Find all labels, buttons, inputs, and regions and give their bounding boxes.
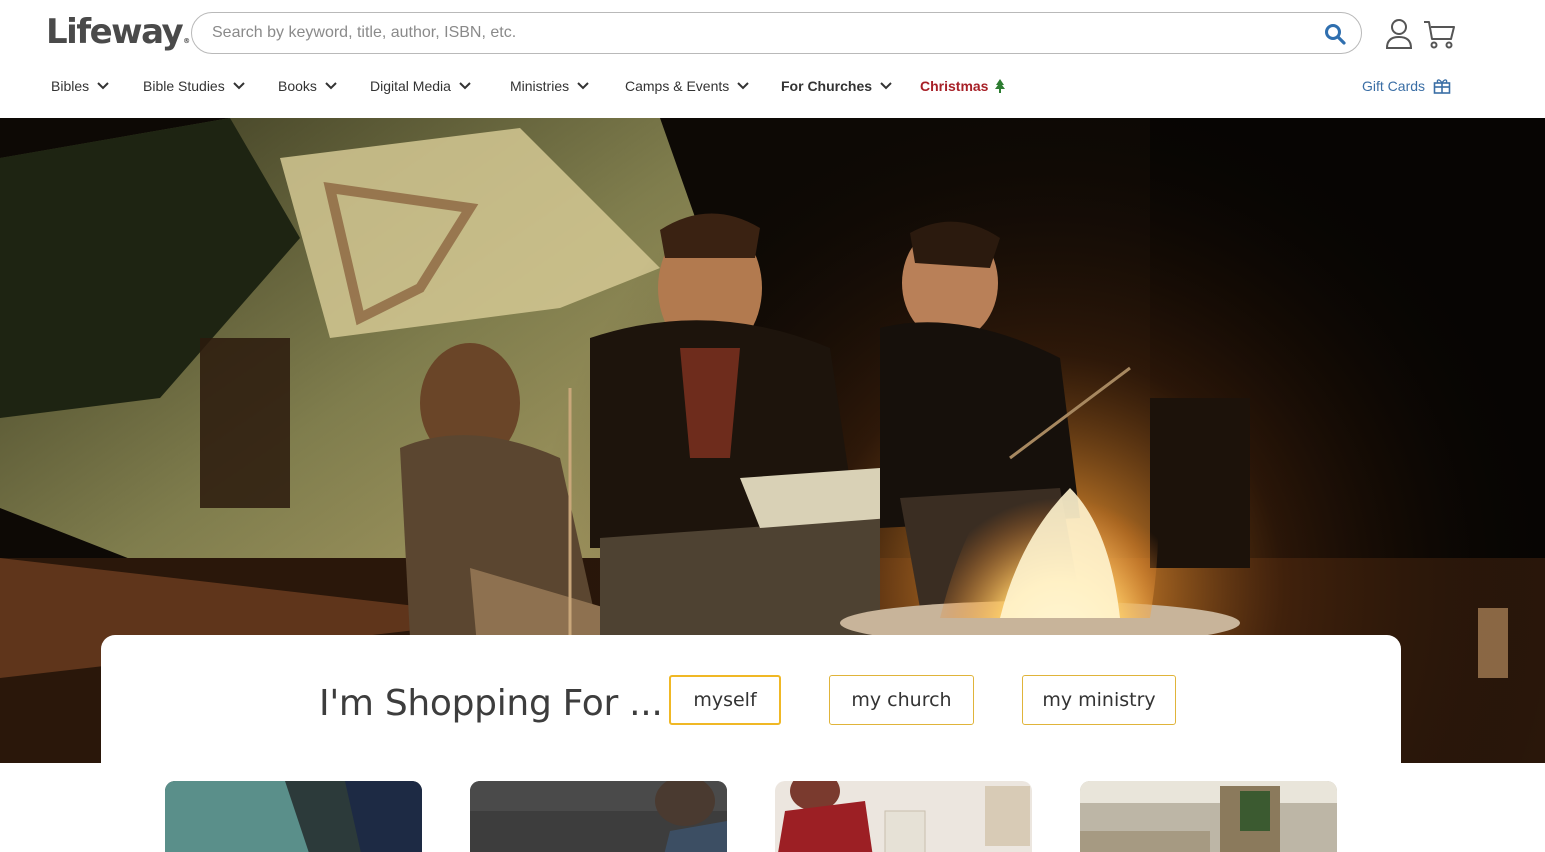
- nav-item-bible-studies[interactable]: Bible Studies: [143, 78, 245, 94]
- user-icon: [1385, 19, 1413, 49]
- nav-item-bibles[interactable]: Bibles: [51, 78, 109, 94]
- chevron-down-icon: [459, 82, 471, 90]
- category-card[interactable]: [1080, 781, 1337, 852]
- nav-item-books[interactable]: Books: [278, 78, 337, 94]
- chevron-down-icon: [97, 82, 109, 90]
- chevron-down-icon: [233, 82, 245, 90]
- search-icon: [1325, 24, 1346, 45]
- search-button[interactable]: [1323, 22, 1347, 46]
- chevron-down-icon: [880, 82, 892, 90]
- nav-item-camps-events[interactable]: Camps & Events: [625, 78, 749, 94]
- christmas-tree-icon: [995, 79, 1006, 93]
- nav-item-ministries[interactable]: Ministries: [510, 78, 589, 94]
- shopping-option-myself[interactable]: myself: [669, 675, 781, 725]
- shopping-for-title: I'm Shopping For ...: [319, 683, 663, 724]
- nav-item-christmas[interactable]: Christmas: [920, 78, 1006, 94]
- category-card[interactable]: [775, 781, 1032, 852]
- account-button[interactable]: [1384, 18, 1414, 50]
- search-input[interactable]: [212, 13, 1312, 53]
- site-header: Lifeway® Bibles Bible Studies: [0, 0, 1545, 118]
- search-bar: [191, 12, 1362, 54]
- chevron-down-icon: [737, 82, 749, 90]
- shopping-for-panel: I'm Shopping For ... myself my church my…: [101, 635, 1401, 775]
- gift-cards-link[interactable]: Gift Cards: [1362, 78, 1451, 94]
- chevron-down-icon: [577, 82, 589, 90]
- card-image: [470, 781, 727, 852]
- card-image: [775, 781, 1032, 852]
- main-nav: Bibles Bible Studies Books Digital Media…: [0, 68, 1545, 108]
- gift-icon: [1433, 79, 1451, 94]
- nav-item-digital-media[interactable]: Digital Media: [370, 78, 471, 94]
- chevron-down-icon: [325, 82, 337, 90]
- shopping-option-my-church[interactable]: my church: [829, 675, 974, 725]
- card-image: [1080, 781, 1337, 852]
- nav-item-for-churches[interactable]: For Churches: [781, 78, 892, 94]
- shopping-option-my-ministry[interactable]: my ministry: [1022, 675, 1176, 725]
- card-image: [165, 781, 422, 852]
- registered-mark: ®: [183, 37, 191, 45]
- category-card[interactable]: [470, 781, 727, 852]
- cart-icon: [1424, 21, 1455, 49]
- lifeway-logo[interactable]: Lifeway®: [46, 12, 190, 52]
- cart-button[interactable]: [1422, 18, 1456, 50]
- category-card[interactable]: [165, 781, 422, 852]
